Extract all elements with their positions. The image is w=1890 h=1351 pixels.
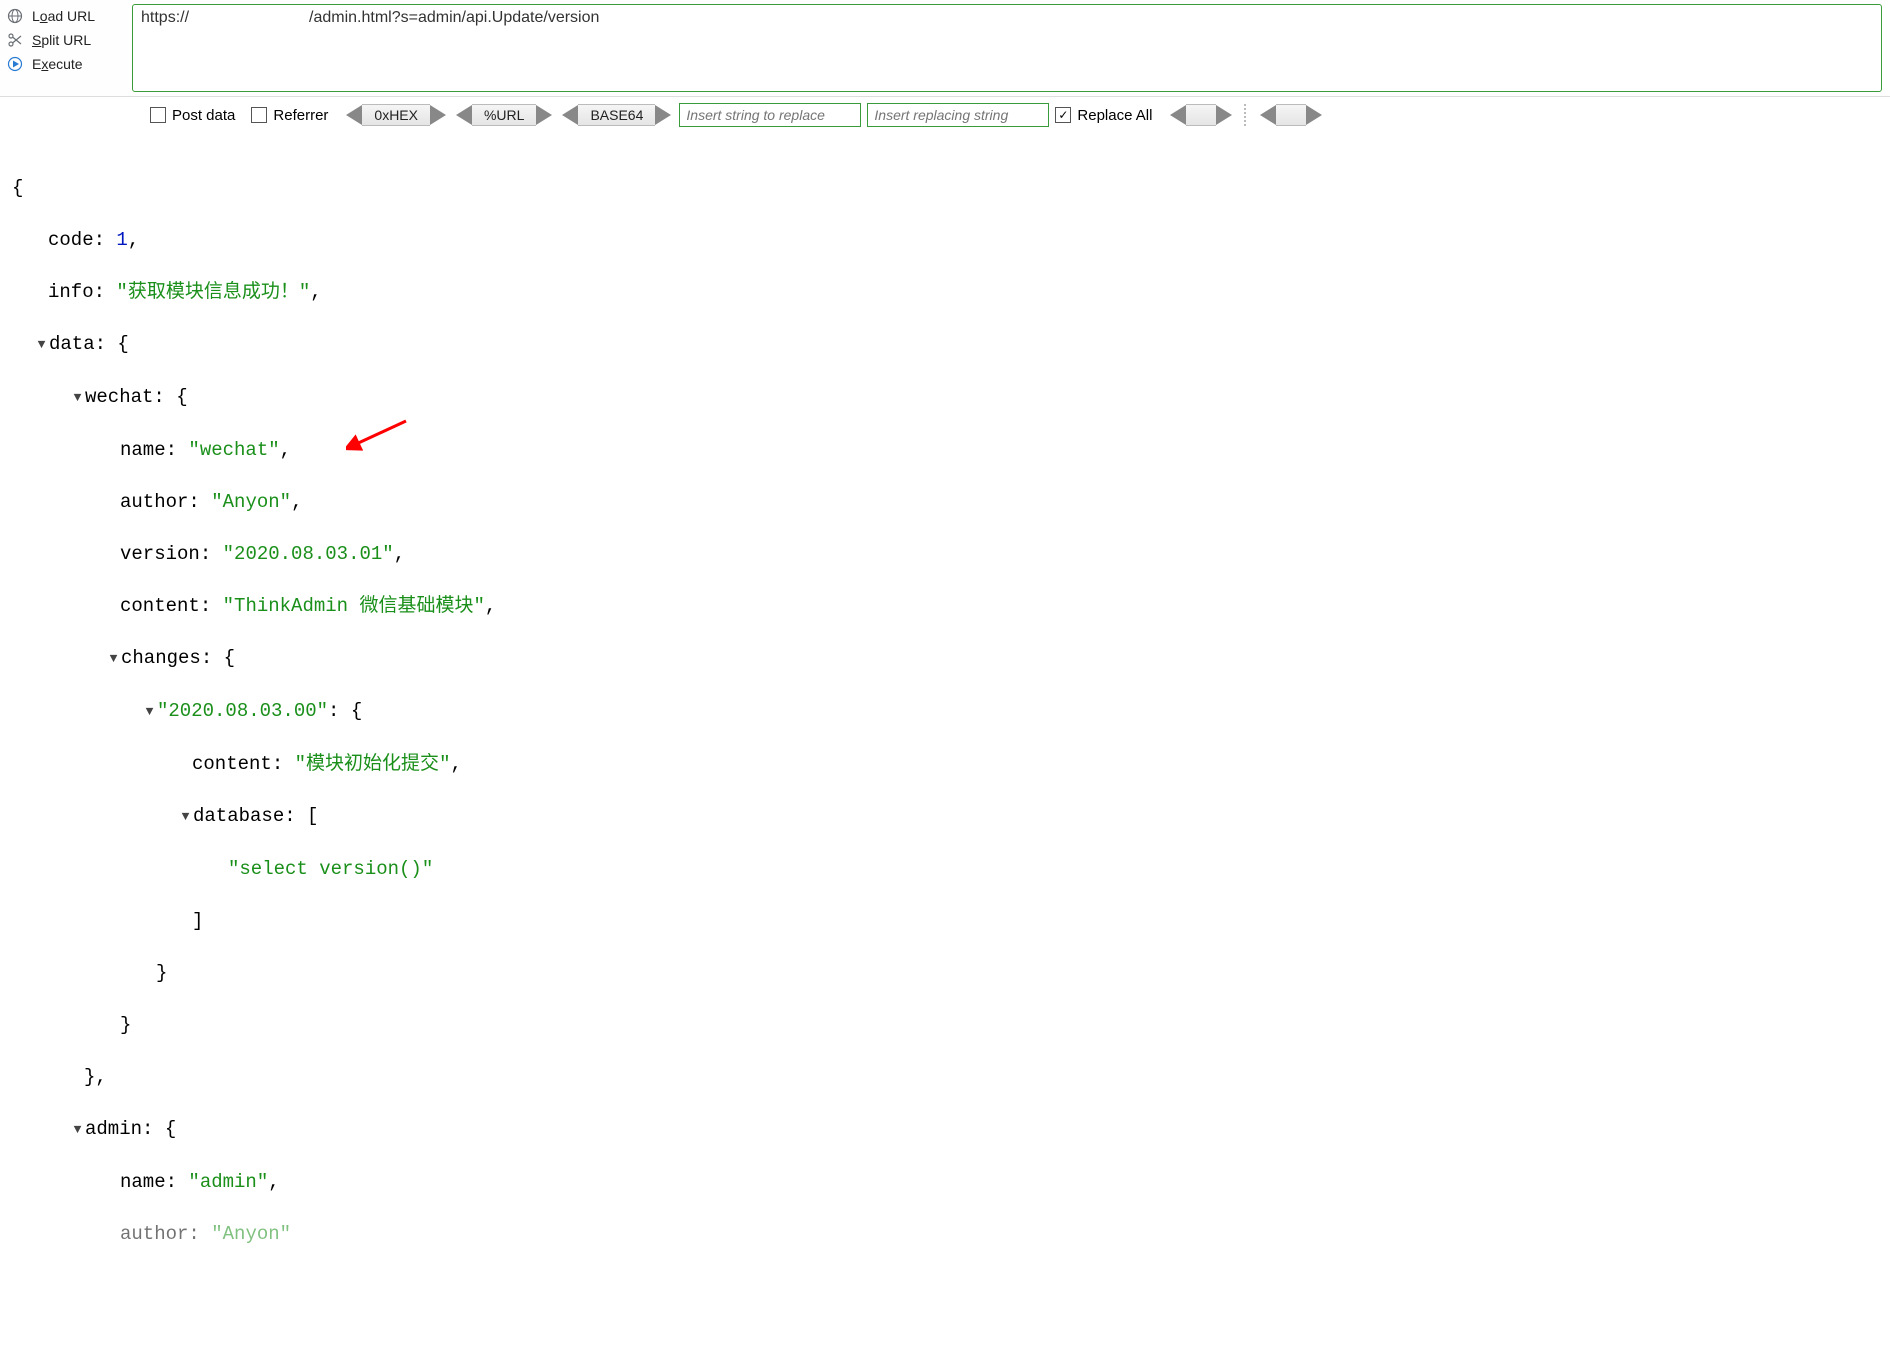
load-url-label: Load URL [32,8,95,24]
url-area: https:// /admin.html?s=admin/api.Update/v… [132,0,1890,96]
db-0: select version() [239,858,421,880]
json-info: 获取模块信息成功！ [128,281,299,303]
load-url-action[interactable]: Load URL [6,4,132,28]
change-content: 模块初始化提交 [306,753,439,775]
referrer-checkbox[interactable]: Referrer [251,107,328,124]
execute-action[interactable]: Execute [6,52,132,76]
replace-with-input[interactable] [867,103,1049,127]
replaceall-label: Replace All [1077,107,1152,124]
split-url-action[interactable]: Split URL [6,28,132,52]
wechat-name: wechat [200,439,268,461]
postdata-label: Post data [172,107,235,124]
play-icon [6,55,24,73]
admin-name: admin [200,1171,257,1193]
toggle-icon[interactable] [108,646,119,672]
hex-button[interactable]: 0xHEX [346,104,446,126]
urlenc-button[interactable]: %URL [456,104,552,126]
replace-run-button[interactable] [1170,104,1232,126]
execute-label: Execute [32,56,83,72]
json-code: 1 [116,229,127,251]
hackbar-topbar: Load URL Split URL Execute https:// /admi… [0,0,1890,97]
toggle-icon[interactable] [144,699,155,725]
split-url-label: Split URL [32,32,91,48]
wechat-content: ThinkAdmin 微信基础模块 [234,595,473,617]
toggle-icon[interactable] [72,1117,83,1143]
toggle-icon[interactable] [72,385,83,411]
base64-button[interactable]: BASE64 [562,104,671,126]
url-suffix: /admin.html?s=admin/api.Update/version [309,9,599,26]
json-response-viewer: { code: 1, info: "获取模块信息成功！", data: { we… [0,135,1890,1351]
replace-search-input[interactable] [679,103,861,127]
hackbar-toolbar: Post data Referrer 0xHEX %URL BASE64 ✓Re… [0,97,1890,135]
extra-button[interactable] [1260,104,1322,126]
globe-icon [6,7,24,25]
referrer-label: Referrer [273,107,328,124]
scissors-icon [6,31,24,49]
replaceall-checkbox[interactable]: ✓Replace All [1055,107,1152,124]
admin-author: Anyon [223,1223,280,1245]
toggle-icon[interactable] [36,332,47,358]
side-actions: Load URL Split URL Execute [0,0,132,80]
wechat-author: Anyon [223,491,280,513]
url-prefix: https:// [141,9,189,26]
postdata-checkbox[interactable]: Post data [150,107,235,124]
toolbar-separator [1244,104,1248,126]
redacted-host [189,11,309,25]
url-input[interactable]: https:// /admin.html?s=admin/api.Update/v… [132,4,1882,92]
wechat-version: 2020.08.03.01 [234,543,382,565]
